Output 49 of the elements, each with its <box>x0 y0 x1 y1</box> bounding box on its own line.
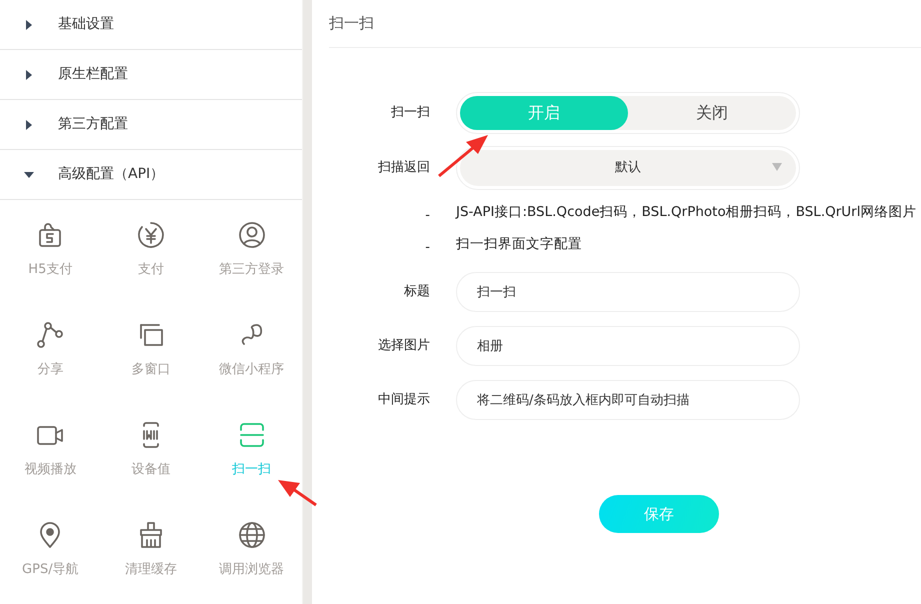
hint-text: JS-API接口:BSL.Qcode扫码，BSL.QrPhoto相册扫码，BSL.QrUrl网络图片 <box>456 202 916 222</box>
field-label: 中间提示 <box>377 391 430 410</box>
tile-label: 分享 <box>37 361 64 380</box>
tile-label: 设备值 <box>131 461 170 480</box>
tile-label: 清理缓存 <box>124 561 177 580</box>
feature-tile[interactable]: H5支付 <box>0 200 101 300</box>
tile-label: H5支付 <box>28 261 72 280</box>
annotation-arrow <box>278 480 317 506</box>
field-label: 扫描返回 <box>377 159 430 178</box>
toggle-option[interactable]: 开启 <box>460 96 628 130</box>
annotation-arrow <box>438 135 488 178</box>
feature-tile[interactable]: 多窗口 <box>100 300 202 400</box>
share-icon <box>35 320 66 350</box>
field-label: 选择图片 <box>377 337 430 356</box>
select-dropdown[interactable]: 默认 <box>460 150 796 186</box>
feature-tile[interactable]: 视频播放 <box>0 400 101 500</box>
feature-tile[interactable]: 清理缓存 <box>100 500 202 600</box>
feature-tile[interactable]: 扫一扫 <box>201 400 302 500</box>
save-button[interactable]: 保存 <box>599 495 719 533</box>
user-icon <box>236 220 267 250</box>
tile-label: 调用浏览器 <box>219 561 284 580</box>
tile-label: GPS/导航 <box>22 561 79 580</box>
tile-label: 视频播放 <box>24 461 76 480</box>
feature-tile[interactable]: GPS/导航 <box>0 500 101 600</box>
field-label: 标题 <box>403 283 430 302</box>
feature-tile[interactable]: 分享 <box>0 300 101 400</box>
feature-tile[interactable]: 调用浏览器 <box>201 500 302 600</box>
feature-tile[interactable]: 设备值 <box>100 400 202 500</box>
page-title: 扫一扫 <box>329 13 374 34</box>
yen-icon <box>136 220 166 250</box>
field-label: 扫一扫 <box>390 104 430 122</box>
text-field[interactable]: 将二维码/条码放入框内即可自动扫描 <box>456 380 800 420</box>
tile-label: 第三方登录 <box>219 261 284 280</box>
tile-label: 支付 <box>138 261 164 280</box>
field-label: - <box>424 209 430 222</box>
field-label: - <box>424 241 430 254</box>
globe-icon <box>236 520 267 550</box>
feature-tile[interactable]: 第三方登录 <box>201 200 302 300</box>
scrollbar[interactable] <box>302 0 312 604</box>
text-field[interactable]: 相册 <box>456 326 800 366</box>
text-field[interactable]: 扫一扫 <box>456 272 800 312</box>
hint-text: 扫一扫界面文字配置 <box>456 234 582 254</box>
feature-tile[interactable]: 微信小程序 <box>201 300 302 400</box>
tile-label: 微信小程序 <box>219 361 284 380</box>
toggle-option[interactable]: 关闭 <box>628 96 796 130</box>
tile-label: 扫一扫 <box>232 461 272 480</box>
caret-down-icon <box>772 163 782 171</box>
tile-label: 多窗口 <box>131 361 170 380</box>
feature-tile[interactable]: 支付 <box>100 200 202 300</box>
